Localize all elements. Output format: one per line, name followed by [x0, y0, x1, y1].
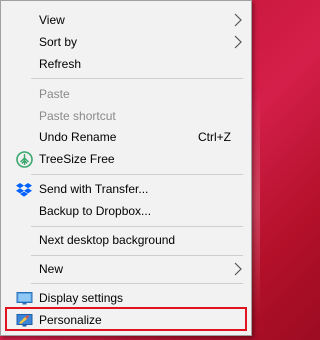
menu-item-paste-shortcut[interactable]: Paste shortcut [1, 105, 251, 127]
display-settings-icon [15, 289, 33, 307]
menu-item-view[interactable]: View [1, 9, 251, 31]
menu-item-sort-by[interactable]: Sort by [1, 31, 251, 53]
menu-item-next-desktop-background[interactable]: Next desktop background [1, 229, 251, 251]
chevron-right-icon [234, 262, 242, 276]
desktop-context-menu: View Sort by Refresh Paste Paste shortcu… [0, 0, 252, 336]
menu-item-label: Display settings [39, 291, 124, 305]
menu-item-label: View [39, 13, 65, 27]
menu-item-label: Paste [39, 87, 70, 101]
menu-item-label: TreeSize Free [39, 152, 115, 166]
menu-item-treesize-free[interactable]: TreeSize Free [1, 148, 251, 170]
menu-item-label: Sort by [39, 35, 78, 49]
menu-item-backup-to-dropbox[interactable]: Backup to Dropbox... [1, 200, 251, 222]
menu-separator [31, 174, 243, 175]
keyboard-shortcut: Ctrl+Z [198, 130, 231, 144]
menu-item-paste[interactable]: Paste [1, 83, 251, 105]
menu-separator [31, 78, 243, 79]
chevron-right-icon [234, 13, 242, 27]
menu-item-refresh[interactable]: Refresh [1, 53, 251, 75]
menu-item-label: Undo Rename [39, 130, 117, 144]
menu-item-label: Paste shortcut [39, 109, 116, 123]
dropbox-icon [15, 180, 33, 198]
menu-item-label: Next desktop background [39, 233, 176, 247]
menu-item-label: Send with Transfer... [39, 182, 149, 196]
menu-item-new[interactable]: New [1, 258, 251, 280]
menu-separator [31, 255, 243, 256]
menu-item-label: New [39, 262, 64, 276]
treesize-icon [15, 150, 33, 168]
menu-item-display-settings[interactable]: Display settings [1, 287, 251, 309]
menu-item-undo-rename[interactable]: Undo Rename Ctrl+Z [1, 126, 251, 148]
menu-separator [31, 226, 243, 227]
menu-item-send-with-transfer[interactable]: Send with Transfer... [1, 178, 251, 200]
chevron-right-icon [234, 35, 242, 49]
menu-item-label: Refresh [39, 57, 82, 71]
personalize-highlight-box [5, 307, 247, 331]
menu-item-label: Backup to Dropbox... [39, 204, 152, 218]
menu-separator [31, 283, 243, 284]
